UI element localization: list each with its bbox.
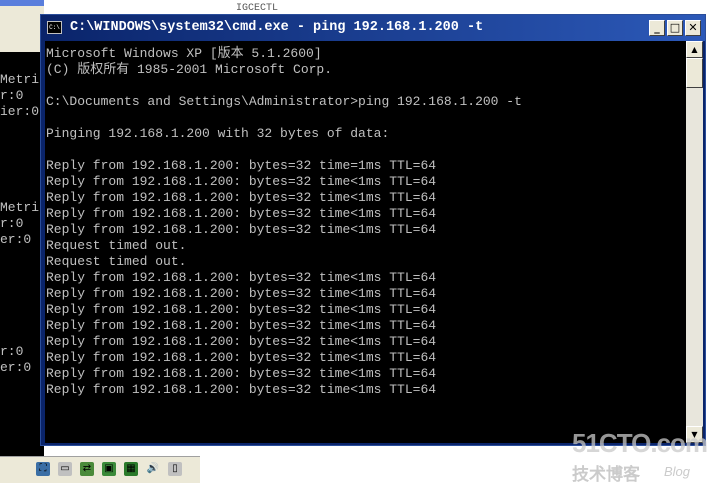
console-line: Reply from 192.168.1.200: bytes=32 time<… — [46, 302, 437, 317]
console-line: Reply from 192.168.1.200: bytes=32 time<… — [46, 286, 437, 301]
display-icon[interactable]: ▦ — [124, 462, 138, 476]
background-window-text: DEVICE CXS IGCECTL — [236, 0, 296, 14]
console-line: Reply from 192.168.1.200: bytes=32 time<… — [46, 318, 437, 333]
volume-icon[interactable]: 🔊 — [146, 462, 160, 476]
background-console-line: Metri — [0, 200, 40, 215]
console-line: Reply from 192.168.1.200: bytes=32 time<… — [46, 190, 437, 205]
console-line: Reply from 192.168.1.200: bytes=32 time<… — [46, 270, 437, 285]
cmd-app-icon[interactable]: C:\ — [47, 21, 62, 34]
background-console-line: r:0 — [0, 344, 24, 359]
console-line: C:\Documents and Settings\Administrator>… — [46, 94, 522, 109]
console-line: Reply from 192.168.1.200: bytes=32 time<… — [46, 366, 437, 381]
minimize-button[interactable]: _ — [649, 20, 665, 36]
watermark-blog: Blog — [664, 464, 691, 479]
console-line: Request timed out. — [46, 238, 187, 253]
console-line: Reply from 192.168.1.200: bytes=32 time<… — [46, 350, 437, 365]
cmd-titlebar[interactable]: C:\ C:\WINDOWS\system32\cmd.exe - ping 1… — [41, 15, 705, 41]
console-line: Reply from 192.168.1.200: bytes=32 time<… — [46, 174, 437, 189]
watermark-logo: 51CTO.com — [572, 428, 708, 458]
watermark: 51CTO.com 技术博客 Blog — [568, 428, 708, 490]
console-line: Reply from 192.168.1.200: bytes=32 time<… — [46, 382, 437, 397]
cmd-window[interactable]: C:\ C:\WINDOWS\system32\cmd.exe - ping 1… — [40, 14, 706, 446]
background-console-line: r:0 — [0, 216, 24, 231]
console-line: (C) 版权所有 1985-2001 Microsoft Corp. — [46, 62, 333, 77]
background-console-line: r:0 — [0, 88, 24, 103]
vertical-scrollbar[interactable]: ▲ ▼ — [686, 41, 703, 443]
watermark-subtitle: 技术博客 — [572, 465, 640, 485]
scroll-up-button[interactable]: ▲ — [686, 41, 703, 58]
console-output[interactable]: Microsoft Windows XP [版本 5.1.2600] (C) 版权… — [45, 41, 686, 443]
background-console-titlebar — [0, 0, 44, 52]
console-line: Reply from 192.168.1.200: bytes=32 time<… — [46, 222, 437, 237]
monitor-icon[interactable]: ▣ — [102, 462, 116, 476]
maximize-button[interactable]: □ — [667, 20, 683, 36]
console-line: Reply from 192.168.1.200: bytes=32 time<… — [46, 334, 437, 349]
close-button[interactable]: ✕ — [685, 20, 701, 36]
network-icon[interactable]: ⛶ — [36, 462, 50, 476]
background-console-line: Metri — [0, 72, 40, 87]
console-line: Reply from 192.168.1.200: bytes=32 time=… — [46, 158, 437, 173]
scroll-thumb[interactable] — [686, 58, 703, 88]
background-console-window[interactable]: Metri r:0 ier:0 Metri r:0 er:0 r:0 er:0 — [0, 0, 44, 456]
background-console-line: er:0 — [0, 360, 32, 375]
background-console-line: ier:0 — [0, 104, 40, 119]
console-line: Request timed out. — [46, 254, 187, 269]
console-line: Reply from 192.168.1.200: bytes=32 time<… — [46, 206, 437, 221]
console-line: Microsoft Windows XP [版本 5.1.2600] — [46, 46, 322, 61]
drive-icon[interactable]: ▭ — [58, 462, 72, 476]
console-line: Pinging 192.168.1.200 with 32 bytes of d… — [46, 126, 390, 141]
background-console-line: er:0 — [0, 232, 32, 247]
window-title: C:\WINDOWS\system32\cmd.exe - ping 192.1… — [70, 20, 484, 35]
network-connection-icon[interactable]: ⇄ — [80, 462, 94, 476]
security-icon[interactable]: ▯ — [168, 462, 182, 476]
